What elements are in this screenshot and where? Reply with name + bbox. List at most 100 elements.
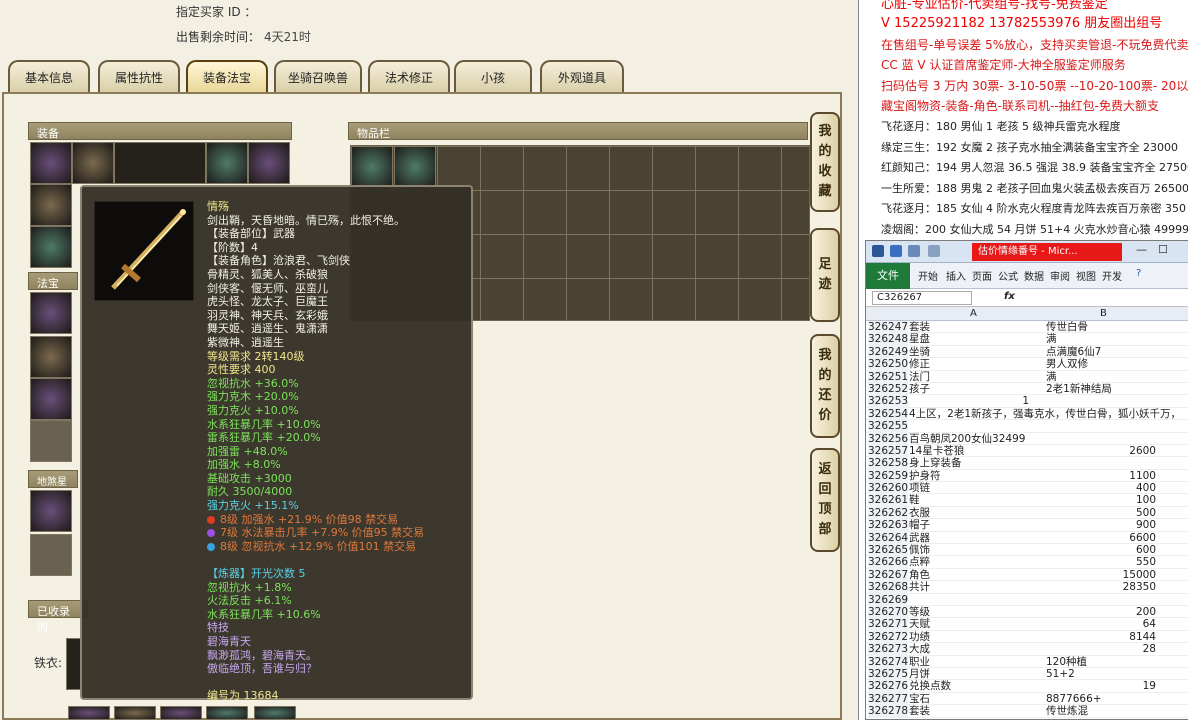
table-row[interactable]: 326256 百鸟朝凤200女仙32499	[866, 432, 1188, 445]
maximize-icon[interactable]: ☐	[1158, 243, 1168, 256]
cell-a[interactable]: 护身符	[909, 470, 1045, 482]
lingpo-slot[interactable]	[30, 490, 72, 532]
cell-b[interactable]: 传世白骨	[1046, 321, 1166, 333]
cell-a[interactable]: 佩饰	[909, 544, 1045, 556]
table-row[interactable]: 326274 职业 120种植	[866, 655, 1188, 668]
cell-a[interactable]: 功绩	[909, 631, 1045, 643]
cell-b[interactable]: 600	[1046, 544, 1156, 556]
table-row[interactable]: 326270 等级 200	[866, 605, 1188, 619]
equip-slot-weapon[interactable]	[30, 184, 72, 226]
table-row[interactable]: 326278 套装 传世炼混	[866, 705, 1188, 718]
cell-a[interactable]: 点粹	[909, 556, 1045, 568]
bottom-slot[interactable]	[114, 706, 156, 720]
fabao-slot[interactable]	[30, 378, 72, 420]
cell-a[interactable]: 角色	[909, 569, 1045, 581]
my-favorites-button[interactable]: 我的收藏	[810, 112, 840, 212]
save-icon[interactable]	[890, 245, 902, 257]
table-row[interactable]: 326262 衣服 500	[866, 506, 1188, 520]
table-row[interactable]: 326267 角色 15000	[866, 568, 1188, 582]
cell-a[interactable]: 宝石	[909, 693, 1045, 705]
lingpo-slot[interactable]	[30, 534, 72, 576]
redo-icon[interactable]	[928, 245, 940, 257]
table-row[interactable]: 326255	[866, 420, 1188, 433]
cell-b[interactable]: 100	[1046, 494, 1156, 506]
back-to-top-button[interactable]: 返回顶部	[810, 448, 840, 552]
cell-b[interactable]: 28	[1046, 643, 1156, 655]
tab-mounts-pets[interactable]: 坐骑召唤兽	[274, 60, 362, 92]
cell-a[interactable]: 14星卡苍狼	[909, 445, 1045, 457]
table-row[interactable]: 326251 法门满	[866, 370, 1188, 383]
table-row[interactable]: 326268 共计 28350	[866, 581, 1188, 594]
equip-slot[interactable]	[206, 142, 248, 184]
cell-b[interactable]: 8144	[1046, 631, 1156, 643]
tab-children[interactable]: 小孩	[454, 60, 532, 92]
cell-a[interactable]: 项链	[909, 482, 1045, 494]
column-a-header[interactable]: A	[970, 308, 977, 319]
cell-a[interactable]: 孩子	[909, 383, 1045, 395]
cell-a[interactable]: 武器	[909, 532, 1045, 544]
ribbon-tab-formula[interactable]: 公式	[998, 268, 1018, 283]
table-row[interactable]: 326273 大成 28	[866, 643, 1188, 656]
table-row[interactable]: 326247 套装 传世白骨	[866, 321, 1188, 334]
cell-b[interactable]: 6600	[1046, 532, 1156, 544]
cell-b[interactable]: 550	[1046, 556, 1156, 568]
ribbon-tab-insert[interactable]: 插入	[946, 268, 966, 283]
cell-a[interactable]: 套装	[909, 705, 1045, 717]
tab-attributes[interactable]: 属性抗性	[98, 60, 180, 92]
cell-a[interactable]: 天赋	[909, 618, 1045, 630]
table-row[interactable]: 326252 孩子 2老1新神结局	[866, 382, 1188, 396]
table-row[interactable]: 326263 帽子 900	[866, 519, 1188, 532]
cell-b[interactable]: 64	[1046, 618, 1156, 630]
cell-b[interactable]: 1100	[1046, 470, 1156, 482]
ribbon-tab-layout[interactable]: 页面	[972, 268, 992, 283]
table-row[interactable]: 326254 4上区，2老1新孩子，强毒克水，传世白骨，狐小妖千万，	[866, 407, 1188, 421]
equip-slot[interactable]	[114, 142, 206, 184]
file-tab[interactable]: 文件	[866, 263, 910, 289]
table-row[interactable]: 326269	[866, 593, 1188, 606]
cell-b[interactable]: 2老1新神结局	[1046, 383, 1166, 395]
cell-a[interactable]: 修正	[909, 358, 1045, 370]
undo-icon[interactable]	[908, 245, 920, 257]
table-row[interactable]: 326258 身上穿装备	[866, 457, 1188, 470]
inventory-slot[interactable]	[394, 146, 436, 188]
cell-b[interactable]: 51+2	[1046, 668, 1166, 680]
cell-a[interactable]: 4上区，2老1新孩子，强毒克水，传世白骨，狐小妖千万，	[909, 408, 1188, 420]
cell-b[interactable]: 满	[1046, 371, 1166, 383]
cell-b[interactable]: 传世炼混	[1046, 705, 1166, 717]
my-bargain-button[interactable]: 我的还价	[810, 334, 840, 438]
cell-a[interactable]: 星盘	[909, 333, 1045, 345]
column-b-header[interactable]: B	[1100, 308, 1107, 319]
cell-a[interactable]: 身上穿装备	[909, 457, 1045, 469]
table-row[interactable]: 326257 14星卡苍狼 2600	[866, 444, 1188, 458]
cell-b[interactable]: 900	[1046, 519, 1156, 531]
fx-icon[interactable]: fx	[1004, 291, 1015, 302]
cell-a[interactable]: 坐骑	[909, 346, 1045, 358]
tab-basic-info[interactable]: 基本信息	[8, 60, 90, 92]
cell-a[interactable]: 月饼	[909, 668, 1045, 680]
cell-b[interactable]: 120种植	[1046, 656, 1166, 668]
table-row[interactable]: 326266 点粹 550	[866, 556, 1188, 569]
inventory-slot[interactable]	[351, 146, 393, 188]
table-row[interactable]: 326277 宝石 8877666+	[866, 692, 1188, 706]
cell-a[interactable]: 1	[909, 395, 1029, 407]
table-row[interactable]: 326265 佩饰 600	[866, 544, 1188, 557]
cell-b[interactable]: 28350	[1046, 581, 1156, 593]
cell-a[interactable]: 百鸟朝凤200女仙32499	[909, 433, 1045, 445]
table-row[interactable]: 326276 兑换点数 19	[866, 680, 1188, 693]
tab-appearance[interactable]: 外观道具	[540, 60, 624, 92]
cell-a[interactable]: 大成	[909, 643, 1045, 655]
ribbon-tab-data[interactable]: 数据	[1024, 268, 1044, 283]
cell-a[interactable]: 套装	[909, 321, 1045, 333]
fabao-slot[interactable]	[30, 420, 72, 462]
table-row[interactable]: 326248 星盘满	[866, 333, 1188, 346]
ribbon-tab-review[interactable]: 审阅	[1050, 268, 1070, 283]
cell-a[interactable]: 等级	[909, 606, 1045, 618]
table-row[interactable]: 326249 坐骑 点满魔6仙7	[866, 345, 1188, 359]
cell-b[interactable]: 男人双修	[1046, 358, 1166, 370]
cell-b[interactable]: 15000	[1046, 569, 1156, 581]
cell-b[interactable]: 满	[1046, 333, 1166, 345]
cell-b[interactable]: 19	[1046, 680, 1156, 692]
table-row[interactable]: 326260 项链 400	[866, 482, 1188, 495]
equip-slot[interactable]	[72, 142, 114, 184]
table-row[interactable]: 326259 护身符 1100	[866, 469, 1188, 483]
